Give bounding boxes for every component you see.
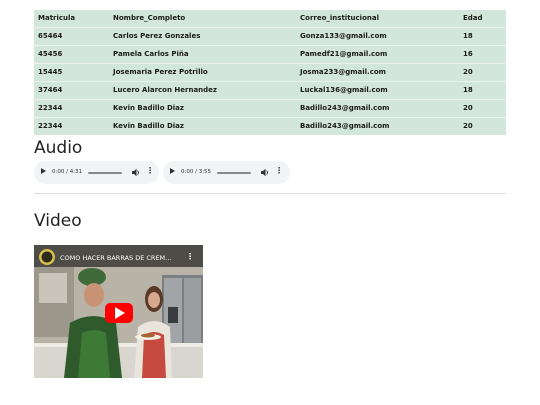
cell-matricula: 22344	[34, 117, 109, 135]
audio-heading: Audio	[34, 138, 83, 158]
more-options-icon[interactable]: ⋮	[275, 166, 283, 175]
header-nombre: Nombre_Completo	[113, 14, 186, 22]
header-correo: Correo_institucional	[300, 14, 379, 22]
audio-time: 0:00 / 4:31	[52, 169, 83, 175]
volume-icon[interactable]	[132, 168, 140, 177]
video-thumbnail	[34, 245, 203, 378]
cell-correo: Luckal136@gmail.com	[296, 81, 459, 100]
audio-player[interactable]: 0:00 / 4:31 ⋮	[34, 161, 159, 184]
cell-correo: Badillo243@gmail.com	[296, 99, 459, 118]
cell-nombre: Kevin Badillo Diaz	[109, 99, 296, 118]
cell-nombre: Kevin Badillo Diaz	[109, 117, 296, 135]
table-row: 37464 Lucero Alarcon Hernandez Luckal136…	[34, 81, 506, 100]
table-row: 45456 Pamela Carlos Piña Pamedf21@gmail.…	[34, 45, 506, 64]
cell-correo: Josma233@gmail.com	[296, 63, 459, 82]
audio-player[interactable]: 0:00 / 3:55 ⋮	[163, 161, 290, 184]
table-row: 15445 Josemaria Perez Potrillo Josma233@…	[34, 63, 506, 82]
cell-matricula: 22344	[34, 99, 109, 118]
table-header-row: Matricula Nombre_Completo Correo_institu…	[34, 10, 506, 28]
cell-matricula: 15445	[34, 63, 109, 82]
table-row: 22344 Kevin Badillo Diaz Badillo243@gmai…	[34, 99, 506, 118]
youtube-video-player[interactable]: COMO HACER BARRAS DE CREM... ⋮	[34, 245, 203, 378]
play-icon[interactable]	[41, 168, 46, 174]
header-edad: Edad	[463, 14, 483, 22]
students-table: Matricula Nombre_Completo Correo_institu…	[34, 10, 506, 135]
cell-edad: 20	[459, 99, 506, 118]
cell-edad: 16	[459, 45, 506, 64]
cell-correo: Pamedf21@gmail.com	[296, 45, 459, 64]
cell-matricula: 45456	[34, 45, 109, 64]
cell-edad: 18	[459, 27, 506, 46]
cell-edad: 20	[459, 63, 506, 82]
cell-matricula: 65464	[34, 27, 109, 46]
table-row: 22344 Kevin Badillo Diaz Badillo243@gmai…	[34, 117, 506, 135]
cell-correo: Badillo243@gmail.com	[296, 117, 459, 135]
more-options-icon[interactable]: ⋮	[146, 166, 154, 175]
audio-progress-bar[interactable]	[88, 172, 122, 174]
section-divider	[34, 193, 506, 194]
cell-correo: Gonza133@gmail.com	[296, 27, 459, 46]
cell-edad: 20	[459, 117, 506, 135]
table-row: 65464 Carlos Perez Gonzales Gonza133@gma…	[34, 27, 506, 46]
cell-matricula: 37464	[34, 81, 109, 100]
cell-nombre: Carlos Perez Gonzales	[109, 27, 296, 46]
audio-progress-bar[interactable]	[217, 172, 251, 174]
header-matricula: Matricula	[38, 14, 76, 22]
cell-nombre: Pamela Carlos Piña	[109, 45, 296, 64]
audio-time: 0:00 / 3:55	[181, 169, 212, 175]
video-title[interactable]: COMO HACER BARRAS DE CREM...	[60, 254, 171, 262]
cell-edad: 18	[459, 81, 506, 100]
volume-icon[interactable]	[261, 168, 269, 177]
cell-nombre: Lucero Alarcon Hernandez	[109, 81, 296, 100]
video-heading: Video	[34, 211, 82, 231]
cell-nombre: Josemaria Perez Potrillo	[109, 63, 296, 82]
play-icon[interactable]	[170, 168, 175, 174]
video-menu-icon[interactable]: ⋮	[186, 252, 194, 261]
